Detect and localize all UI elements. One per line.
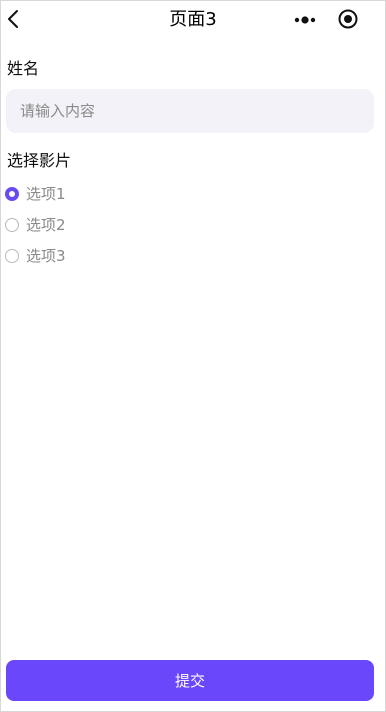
film-radio-group: 选项1 选项2 选项3 bbox=[5, 183, 305, 276]
film-select-label: 选择影片 bbox=[7, 151, 72, 170]
target-circle-icon bbox=[338, 9, 358, 29]
radio-option-label: 选项1 bbox=[26, 185, 66, 203]
chevron-left-icon bbox=[8, 10, 18, 28]
back-button[interactable] bbox=[3, 5, 27, 33]
radio-option-label: 选项2 bbox=[26, 216, 66, 234]
navigation-bar: 页面3 bbox=[1, 1, 385, 39]
close-miniprogram-button[interactable] bbox=[337, 8, 359, 30]
more-button[interactable] bbox=[293, 10, 319, 30]
radio-button-icon[interactable] bbox=[5, 218, 19, 232]
radio-button-icon[interactable] bbox=[5, 249, 19, 263]
radio-option-1[interactable]: 选项1 bbox=[5, 183, 305, 205]
name-input[interactable] bbox=[6, 89, 374, 133]
radio-option-2[interactable]: 选项2 bbox=[5, 214, 305, 236]
radio-button-icon[interactable] bbox=[5, 187, 19, 201]
radio-option-3[interactable]: 选项3 bbox=[5, 245, 305, 267]
name-label: 姓名 bbox=[7, 59, 40, 78]
page-title: 页面3 bbox=[169, 9, 217, 30]
submit-button[interactable]: 提交 bbox=[6, 660, 374, 701]
app-frame: 页面3 姓名 选择影片 选项1 选项2 选项3 bbox=[0, 0, 386, 712]
radio-option-label: 选项3 bbox=[26, 247, 66, 265]
more-dots-icon bbox=[294, 16, 316, 24]
